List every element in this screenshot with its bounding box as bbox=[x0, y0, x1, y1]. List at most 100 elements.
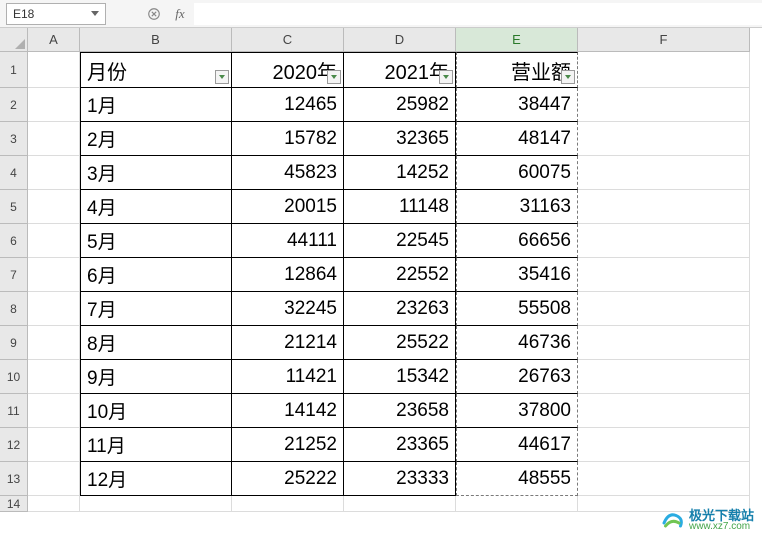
row-header-2[interactable]: 2 bbox=[0, 88, 28, 122]
cell-2021-9[interactable]: 15342 bbox=[344, 360, 456, 394]
cell-A7[interactable] bbox=[28, 258, 80, 292]
cell-total-12[interactable]: 48555 bbox=[456, 462, 578, 496]
cell-month-5[interactable]: 5月 bbox=[80, 224, 232, 258]
cell-A5[interactable] bbox=[28, 190, 80, 224]
cell-total-6[interactable]: 35416 bbox=[456, 258, 578, 292]
cell-A11[interactable] bbox=[28, 394, 80, 428]
cell-A10[interactable] bbox=[28, 360, 80, 394]
filter-dropdown-icon[interactable] bbox=[561, 70, 575, 84]
cell-2020-8[interactable]: 21214 bbox=[232, 326, 344, 360]
header-month[interactable]: 月份 bbox=[80, 52, 232, 88]
cell-month-8[interactable]: 8月 bbox=[80, 326, 232, 360]
column-header-F[interactable]: F bbox=[578, 28, 750, 52]
cell-total-8[interactable]: 46736 bbox=[456, 326, 578, 360]
cell-F6[interactable] bbox=[578, 224, 750, 258]
cell-F8[interactable] bbox=[578, 292, 750, 326]
cell-2021-5[interactable]: 22545 bbox=[344, 224, 456, 258]
row-header-3[interactable]: 3 bbox=[0, 122, 28, 156]
cell-F13[interactable] bbox=[578, 462, 750, 496]
cell-month-1[interactable]: 1月 bbox=[80, 88, 232, 122]
header-2021[interactable]: 2021年 bbox=[344, 52, 456, 88]
row-header-5[interactable]: 5 bbox=[0, 190, 28, 224]
cell-month-11[interactable]: 11月 bbox=[80, 428, 232, 462]
cell-2020-6[interactable]: 12864 bbox=[232, 258, 344, 292]
cell-total-4[interactable]: 31163 bbox=[456, 190, 578, 224]
filter-dropdown-icon[interactable] bbox=[327, 70, 341, 84]
cell-F10[interactable] bbox=[578, 360, 750, 394]
cell-F9[interactable] bbox=[578, 326, 750, 360]
cell-F2[interactable] bbox=[578, 88, 750, 122]
select-all-corner[interactable] bbox=[0, 28, 28, 52]
cell-A9[interactable] bbox=[28, 326, 80, 360]
column-header-D[interactable]: D bbox=[344, 28, 456, 52]
cell-F3[interactable] bbox=[578, 122, 750, 156]
name-box[interactable]: E18 bbox=[6, 3, 106, 25]
cell-F4[interactable] bbox=[578, 156, 750, 190]
row-header-1[interactable]: 1 bbox=[0, 52, 28, 88]
cell-month-12[interactable]: 12月 bbox=[80, 462, 232, 496]
cell-month-3[interactable]: 3月 bbox=[80, 156, 232, 190]
cell-A6[interactable] bbox=[28, 224, 80, 258]
cell-2020-3[interactable]: 45823 bbox=[232, 156, 344, 190]
cell-total-7[interactable]: 55508 bbox=[456, 292, 578, 326]
row-header-6[interactable]: 6 bbox=[0, 224, 28, 258]
cell-2021-1[interactable]: 25982 bbox=[344, 88, 456, 122]
cell-A13[interactable] bbox=[28, 462, 80, 496]
cell-F1[interactable] bbox=[578, 52, 750, 88]
cell-2021-8[interactable]: 25522 bbox=[344, 326, 456, 360]
row-header-12[interactable]: 12 bbox=[0, 428, 28, 462]
cell-A2[interactable] bbox=[28, 88, 80, 122]
cell-A8[interactable] bbox=[28, 292, 80, 326]
cell-month-2[interactable]: 2月 bbox=[80, 122, 232, 156]
column-header-C[interactable]: C bbox=[232, 28, 344, 52]
cell-A12[interactable] bbox=[28, 428, 80, 462]
row-header-13[interactable]: 13 bbox=[0, 462, 28, 496]
cell-E14[interactable] bbox=[456, 496, 578, 512]
cell-2020-11[interactable]: 21252 bbox=[232, 428, 344, 462]
header-2020[interactable]: 2020年 bbox=[232, 52, 344, 88]
cell-A3[interactable] bbox=[28, 122, 80, 156]
cell-2020-5[interactable]: 44111 bbox=[232, 224, 344, 258]
fx-icon[interactable]: fx bbox=[172, 6, 188, 22]
cell-2021-6[interactable]: 22552 bbox=[344, 258, 456, 292]
cell-total-3[interactable]: 60075 bbox=[456, 156, 578, 190]
row-header-10[interactable]: 10 bbox=[0, 360, 28, 394]
row-header-9[interactable]: 9 bbox=[0, 326, 28, 360]
cell-F7[interactable] bbox=[578, 258, 750, 292]
cell-F12[interactable] bbox=[578, 428, 750, 462]
cell-A14[interactable] bbox=[28, 496, 80, 512]
cell-2021-4[interactable]: 11148 bbox=[344, 190, 456, 224]
cell-2021-12[interactable]: 23333 bbox=[344, 462, 456, 496]
cell-total-2[interactable]: 48147 bbox=[456, 122, 578, 156]
cell-2020-10[interactable]: 14142 bbox=[232, 394, 344, 428]
cell-A1[interactable] bbox=[28, 52, 80, 88]
cell-2020-1[interactable]: 12465 bbox=[232, 88, 344, 122]
cell-2020-2[interactable]: 15782 bbox=[232, 122, 344, 156]
cell-2020-7[interactable]: 32245 bbox=[232, 292, 344, 326]
formula-input[interactable] bbox=[194, 3, 762, 25]
column-header-B[interactable]: B bbox=[80, 28, 232, 52]
cell-month-6[interactable]: 6月 bbox=[80, 258, 232, 292]
cell-month-7[interactable]: 7月 bbox=[80, 292, 232, 326]
cell-total-10[interactable]: 37800 bbox=[456, 394, 578, 428]
cell-total-9[interactable]: 26763 bbox=[456, 360, 578, 394]
chevron-down-icon[interactable] bbox=[91, 11, 99, 16]
cell-F5[interactable] bbox=[578, 190, 750, 224]
filter-dropdown-icon[interactable] bbox=[215, 70, 229, 84]
cancel-icon[interactable] bbox=[146, 6, 162, 22]
cell-month-10[interactable]: 10月 bbox=[80, 394, 232, 428]
cell-2020-9[interactable]: 11421 bbox=[232, 360, 344, 394]
cell-total-1[interactable]: 38447 bbox=[456, 88, 578, 122]
cell-2021-11[interactable]: 23365 bbox=[344, 428, 456, 462]
row-header-8[interactable]: 8 bbox=[0, 292, 28, 326]
row-header-14[interactable]: 14 bbox=[0, 496, 28, 512]
cell-2021-3[interactable]: 14252 bbox=[344, 156, 456, 190]
cell-A4[interactable] bbox=[28, 156, 80, 190]
row-header-4[interactable]: 4 bbox=[0, 156, 28, 190]
cell-total-11[interactable]: 44617 bbox=[456, 428, 578, 462]
header-total[interactable]: 营业额 bbox=[456, 52, 578, 88]
cell-2021-10[interactable]: 23658 bbox=[344, 394, 456, 428]
cell-F11[interactable] bbox=[578, 394, 750, 428]
cell-2021-2[interactable]: 32365 bbox=[344, 122, 456, 156]
column-header-E[interactable]: E bbox=[456, 28, 578, 52]
